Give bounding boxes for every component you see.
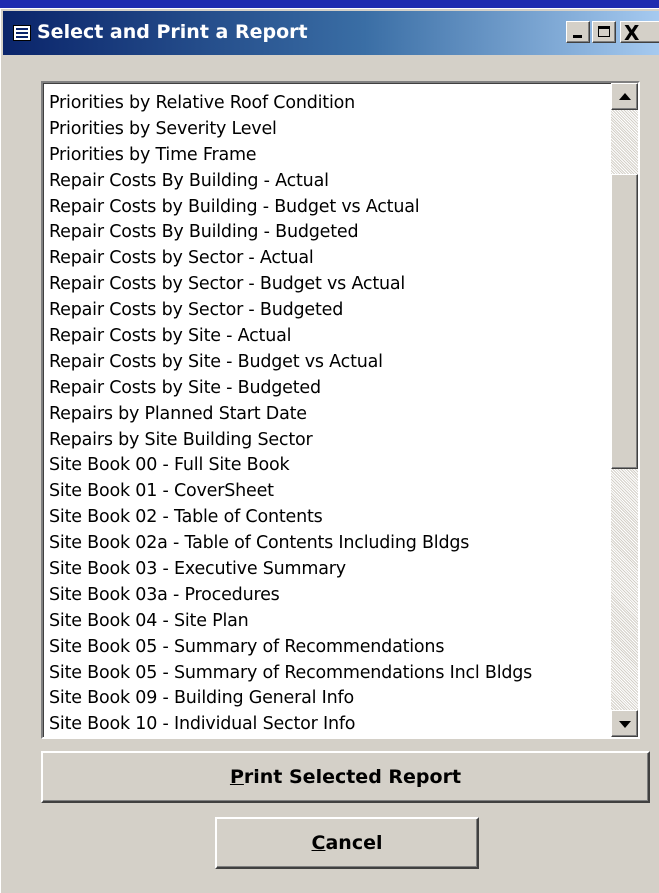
vertical-scrollbar[interactable] (611, 83, 638, 737)
list-item[interactable]: Site Book 05 - Summary of Recommendation… (49, 635, 609, 661)
list-item[interactable]: Site Book 05 - Summary of Recommendation… (49, 661, 609, 687)
close-icon: X (624, 21, 640, 45)
list-item[interactable]: Site Book 03a - Procedures (49, 583, 609, 609)
list-item[interactable]: Site Book 03 - Executive Summary (49, 557, 609, 583)
list-item[interactable]: Site Book 09 - Building General Info (49, 686, 609, 712)
arrow-up-icon (619, 93, 631, 100)
cancel-button-label: ancel (325, 832, 383, 854)
close-button[interactable]: X (620, 21, 659, 45)
report-list[interactable]: Priorities by Relative Roof Condition Pri… (41, 81, 640, 739)
list-item[interactable]: Repair Costs by Sector - Budget vs Actua… (49, 272, 609, 298)
list-item[interactable]: Repair Costs by Sector - Actual (49, 246, 609, 272)
list-item[interactable]: Repair Costs by Sector - Budgeted (49, 298, 609, 324)
list-item[interactable]: Repair Costs By Building - Actual (49, 169, 609, 195)
list-item[interactable]: Priorities by Relative Roof Condition (49, 91, 609, 117)
report-list-items: Priorities by Relative Roof Condition Pri… (49, 91, 609, 737)
cancel-button[interactable]: Cancel (215, 817, 479, 869)
scroll-up-button[interactable] (611, 83, 638, 110)
print-button-mnemonic: P (229, 766, 244, 788)
arrow-down-icon (619, 721, 631, 728)
list-item[interactable]: Priorities by Time Frame (49, 143, 609, 169)
list-item[interactable]: Site Book 02a - Table of Contents Includ… (49, 531, 609, 557)
list-item[interactable]: Site Book 10 - Individual Sector Info (49, 712, 609, 737)
list-item[interactable]: Site Book 00 - Full Site Book (49, 453, 609, 479)
minimize-icon (573, 35, 582, 38)
scroll-thumb[interactable] (611, 174, 638, 469)
list-item[interactable]: Site Book 02 - Table of Contents (49, 505, 609, 531)
scroll-down-button[interactable] (611, 710, 638, 737)
maximize-button[interactable] (592, 21, 616, 43)
list-item[interactable]: Repairs by Site Building Sector (49, 428, 609, 454)
title-bar[interactable]: Select and Print a Report X (3, 11, 659, 55)
minimize-button[interactable] (566, 21, 590, 43)
print-selected-report-button[interactable]: Print Selected Report (41, 751, 650, 803)
window-title: Select and Print a Report (37, 21, 308, 43)
list-item[interactable]: Repair Costs by Building - Budget vs Act… (49, 195, 609, 221)
dialog-window: Select and Print a Report X Priorities b… (0, 8, 659, 893)
print-button-label: rint Selected Report (243, 766, 462, 788)
list-item[interactable]: Repair Costs by Site - Actual (49, 324, 609, 350)
list-item[interactable]: Site Book 01 - CoverSheet (49, 479, 609, 505)
form-icon (13, 25, 31, 41)
list-item[interactable]: Repair Costs by Site - Budgeted (49, 376, 609, 402)
list-item[interactable]: Repair Costs by Site - Budget vs Actual (49, 350, 609, 376)
list-item[interactable]: Repair Costs By Building - Budgeted (49, 220, 609, 246)
list-item[interactable]: Repairs by Planned Start Date (49, 402, 609, 428)
cancel-button-mnemonic: C (311, 832, 326, 854)
list-item[interactable]: Priorities by Severity Level (49, 117, 609, 143)
maximize-icon (598, 26, 610, 37)
list-item[interactable]: Site Book 04 - Site Plan (49, 609, 609, 635)
